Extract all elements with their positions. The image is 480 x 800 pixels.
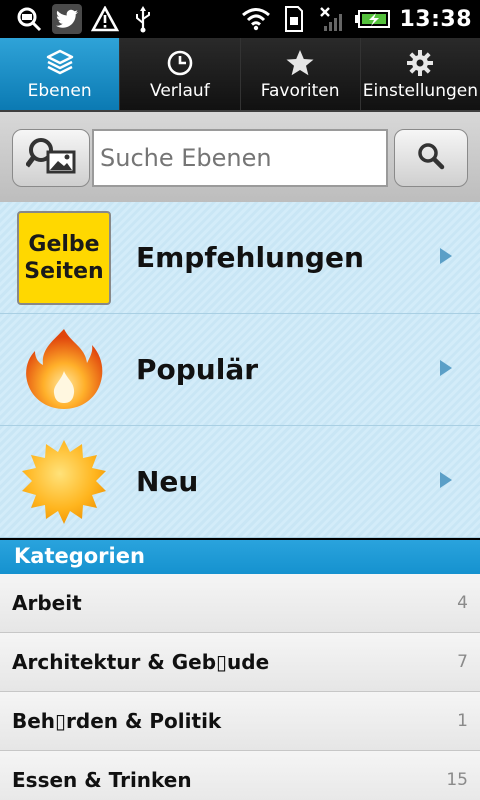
category-count: 7 xyxy=(457,652,468,672)
clock: 13:38 xyxy=(399,6,472,32)
warning-icon xyxy=(90,4,120,34)
tab-verlauf[interactable]: Verlauf xyxy=(120,38,241,110)
gelbe-seiten-logo: Gelbe Seiten xyxy=(17,211,111,305)
category-count: 15 xyxy=(446,770,468,790)
layer-picker-button[interactable] xyxy=(12,129,90,187)
battery-charging-icon xyxy=(355,4,391,34)
sim-icon xyxy=(279,4,309,34)
category-item[interactable]: Beh▯rden & Politik 1 xyxy=(0,692,480,751)
sun-badge-icon xyxy=(14,432,114,532)
status-bar: 13:38 xyxy=(0,0,480,38)
category-item[interactable]: Essen & Trinken 15 xyxy=(0,751,480,800)
featured-item-empfehlungen[interactable]: Gelbe Seiten Empfehlungen xyxy=(0,202,480,314)
search-input[interactable] xyxy=(92,129,388,187)
category-label: Architektur & Geb▯ude xyxy=(12,650,270,674)
category-label: Beh▯rden & Politik xyxy=(12,709,222,733)
tab-einstellungen[interactable]: Einstellungen xyxy=(360,38,480,110)
tab-favoriten[interactable]: Favoriten xyxy=(240,38,361,110)
categories-header: Kategorien xyxy=(0,540,480,574)
layers-icon xyxy=(45,47,75,79)
tab-bar: Ebenen Verlauf Favoriten Einstellungen xyxy=(0,38,480,112)
chevron-right-icon xyxy=(440,360,452,376)
logo-line-2: Seiten xyxy=(24,259,104,284)
wifi-icon xyxy=(241,4,271,34)
category-count: 4 xyxy=(457,593,468,613)
featured-item-populaer[interactable]: Populär xyxy=(0,314,480,426)
search-icon xyxy=(417,142,445,174)
tab-label: Einstellungen xyxy=(362,81,478,101)
tab-label: Verlauf xyxy=(150,81,210,101)
category-item[interactable]: Architektur & Geb▯ude 7 xyxy=(0,633,480,692)
search-button[interactable] xyxy=(394,129,468,187)
featured-item-neu[interactable]: Neu xyxy=(0,426,480,538)
featured-label: Populär xyxy=(136,353,259,386)
no-signal-icon xyxy=(317,4,347,34)
category-item[interactable]: Arbeit 4 xyxy=(0,574,480,633)
tab-label: Favoriten xyxy=(260,81,340,101)
flame-icon xyxy=(14,320,114,420)
maps-notification-icon xyxy=(14,4,44,34)
chevron-right-icon xyxy=(440,248,452,264)
gear-icon xyxy=(405,47,435,79)
clock-icon xyxy=(165,47,195,79)
usb-icon xyxy=(128,4,158,34)
logo-line-1: Gelbe xyxy=(28,232,100,257)
featured-label: Empfehlungen xyxy=(136,241,364,274)
tab-label: Ebenen xyxy=(27,81,92,101)
search-image-icon xyxy=(25,136,76,180)
star-icon xyxy=(285,47,315,79)
search-bar xyxy=(0,112,480,202)
featured-label: Neu xyxy=(136,465,199,498)
category-label: Arbeit xyxy=(12,591,82,615)
category-count: 1 xyxy=(457,711,468,731)
twitter-icon xyxy=(52,4,82,34)
tab-ebenen[interactable]: Ebenen xyxy=(0,38,121,110)
chevron-right-icon xyxy=(440,472,452,488)
category-label: Essen & Trinken xyxy=(12,768,192,792)
